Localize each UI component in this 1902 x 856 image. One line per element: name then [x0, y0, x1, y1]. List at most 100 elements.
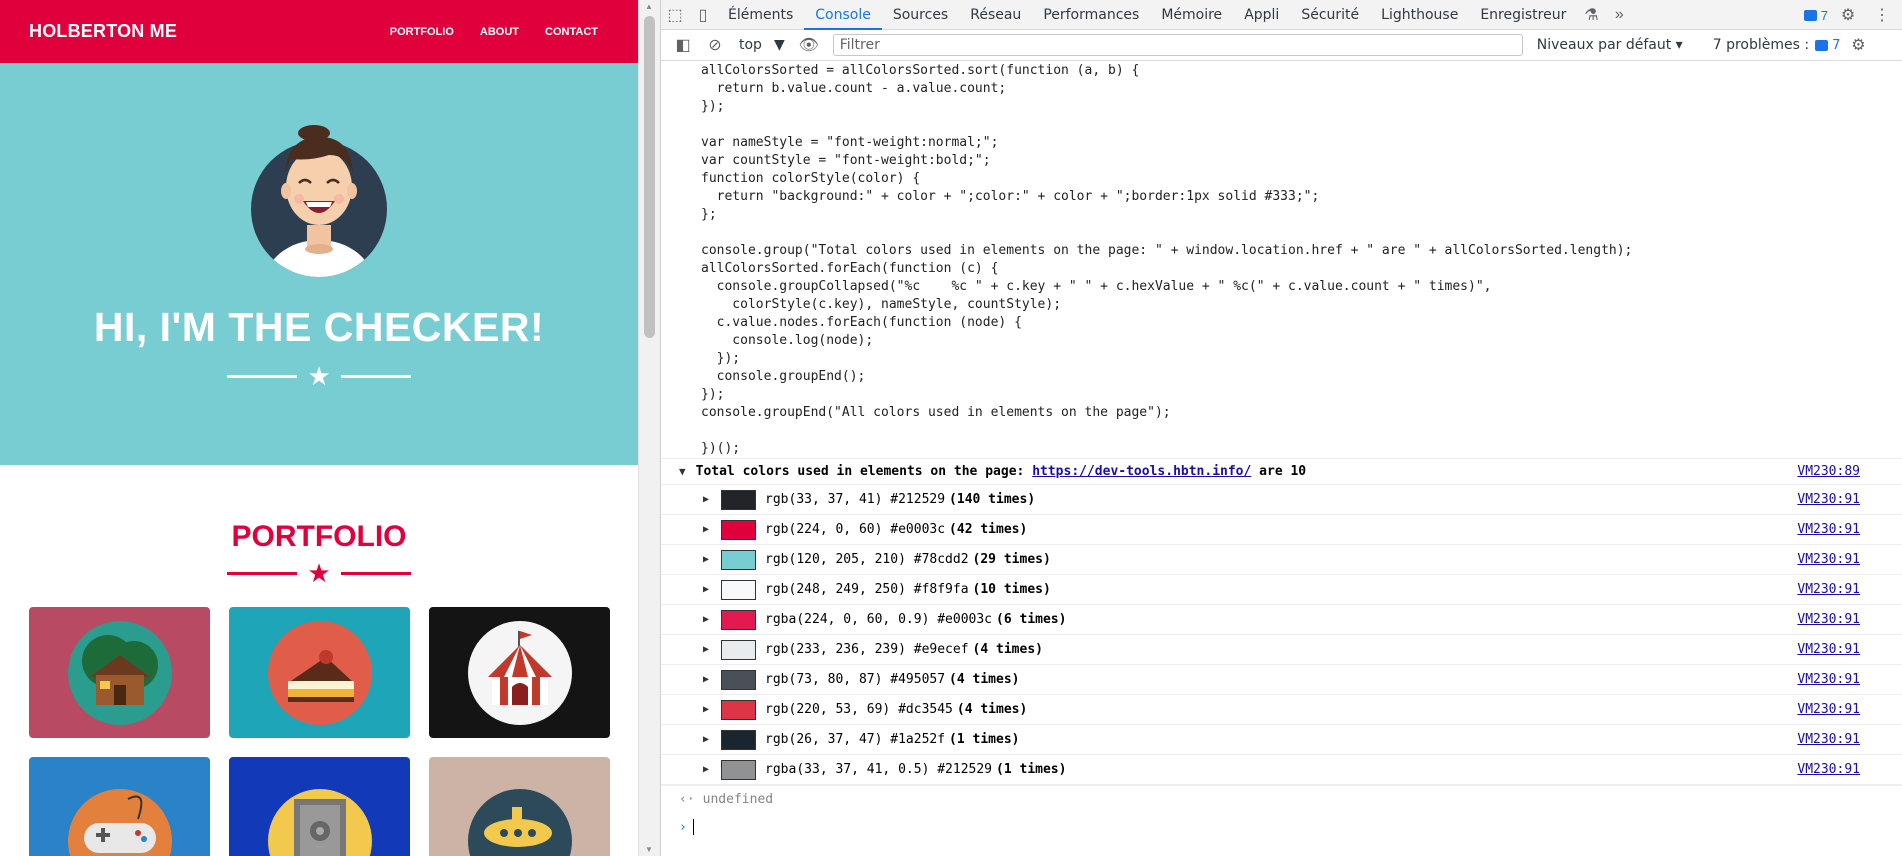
- collapsed-triangle-icon[interactable]: ▶: [703, 704, 709, 715]
- live-expression-eye-icon[interactable]: 👁: [795, 30, 823, 60]
- source-link[interactable]: VM230:91: [1797, 762, 1860, 777]
- nav-links: PORTFOLIO ABOUT CONTACT: [390, 26, 598, 38]
- code-line: function colorStyle(color) {: [701, 171, 921, 186]
- collapsed-triangle-icon[interactable]: ▶: [703, 554, 709, 565]
- more-tabs-icon[interactable]: »: [1605, 0, 1633, 30]
- portfolio-item-cake[interactable]: [229, 607, 410, 738]
- color-group-row[interactable]: ▶ rgba(33, 37, 41, 0.5) #212529 (1 times) V…: [661, 755, 1902, 785]
- source-link[interactable]: VM230:91: [1797, 552, 1860, 567]
- star-icon: ★: [307, 361, 331, 391]
- filter-input[interactable]: Filtrer: [832, 34, 1523, 56]
- expanded-triangle-icon[interactable]: ▼: [679, 465, 686, 478]
- tab-console[interactable]: Console: [804, 0, 882, 30]
- code-line: console.log(node);: [701, 333, 874, 348]
- collapsed-triangle-icon[interactable]: ▶: [703, 734, 709, 745]
- sidebar-toggle-icon[interactable]: ◧: [669, 30, 697, 60]
- clear-console-icon[interactable]: ⊘: [701, 30, 729, 60]
- nav-portfolio[interactable]: PORTFOLIO: [390, 26, 454, 38]
- more-options-icon[interactable]: ⋮: [1868, 0, 1896, 30]
- source-link[interactable]: VM230:91: [1797, 612, 1860, 627]
- device-toolbar-icon[interactable]: ▯: [689, 0, 717, 30]
- portfolio-item-submarine[interactable]: [429, 757, 610, 856]
- color-group-row[interactable]: ▶ rgb(220, 53, 69) #dc3545 (4 times) VM230:…: [661, 695, 1902, 725]
- tab-memory[interactable]: Mémoire: [1150, 0, 1233, 30]
- tab-recorder[interactable]: Enregistreur: [1469, 0, 1577, 30]
- collapsed-triangle-icon[interactable]: ▶: [703, 584, 709, 595]
- color-swatch: [721, 729, 757, 750]
- tab-sources[interactable]: Sources: [882, 0, 959, 30]
- avatar: [251, 125, 387, 277]
- gamepad-icon: [67, 788, 172, 856]
- code-line: var countStyle = "font-weight:bold;";: [701, 153, 991, 168]
- color-label: rgb(26, 37, 47) #1a252f: [765, 732, 946, 747]
- color-group-row[interactable]: ▶ rgb(33, 37, 41) #212529 (140 times) VM230…: [661, 485, 1902, 515]
- console-prompt[interactable]: ›: [661, 813, 1902, 841]
- source-link[interactable]: VM230:91: [1797, 642, 1860, 657]
- color-group-row[interactable]: ▶ rgb(233, 236, 239) #e9ecef (4 times) VM23…: [661, 635, 1902, 665]
- color-count: (6 times): [996, 612, 1067, 627]
- page-scrollbar[interactable]: ▲ ▼: [638, 0, 660, 856]
- collapsed-triangle-icon[interactable]: ▶: [703, 494, 709, 505]
- star-icon: ★: [307, 558, 331, 588]
- code-line: allColorsSorted.forEach(function (c) {: [701, 261, 999, 276]
- nav-about[interactable]: ABOUT: [480, 26, 519, 38]
- submarine-icon: [467, 788, 572, 856]
- source-link[interactable]: VM230:89: [1797, 464, 1860, 479]
- color-group-row[interactable]: ▶ rgba(224, 0, 60, 0.9) #e0003c (6 times) V…: [661, 605, 1902, 635]
- context-selector[interactable]: top ▼: [733, 37, 791, 53]
- portfolio-title: PORTFOLIO: [231, 520, 407, 553]
- color-group-row[interactable]: ▶ rgb(248, 249, 250) #f8f9fa (10 times) VM2…: [661, 575, 1902, 605]
- color-swatch: [721, 639, 757, 660]
- log-levels-dropdown[interactable]: Niveaux par défaut ▾: [1537, 37, 1683, 53]
- code-line: return b.value.count - a.value.count;: [701, 81, 1007, 96]
- color-group-row[interactable]: ▶ rgb(120, 205, 210) #78cdd2 (29 times) VM2…: [661, 545, 1902, 575]
- color-swatch: [721, 669, 757, 690]
- collapsed-triangle-icon[interactable]: ▶: [703, 764, 709, 775]
- code-line: var nameStyle = "font-weight:normal;";: [701, 135, 999, 150]
- problems-counter[interactable]: 7 problèmes : 7: [1713, 37, 1841, 53]
- text-caret: [692, 819, 694, 835]
- tab-application[interactable]: Appli: [1233, 0, 1290, 30]
- console-settings-gear-icon[interactable]: ⚙: [1844, 30, 1872, 60]
- code-line: colorStyle(c.key), nameStyle, countStyle…: [701, 297, 1062, 312]
- flask-icon: ⚗: [1584, 6, 1599, 24]
- source-link[interactable]: VM230:91: [1797, 702, 1860, 717]
- nav-contact[interactable]: CONTACT: [545, 26, 598, 38]
- inspect-element-icon[interactable]: ⬚: [661, 0, 689, 30]
- hero-title: HI, I'M THE CHECKER!: [93, 304, 545, 350]
- color-group-row[interactable]: ▶ rgb(26, 37, 47) #1a252f (1 times) VM230:9…: [661, 725, 1902, 755]
- avatar-face-icon: [264, 125, 374, 277]
- color-label: rgb(248, 249, 250) #f8f9fa: [765, 582, 969, 597]
- tab-network[interactable]: Réseau: [959, 0, 1032, 30]
- portfolio-item-safe[interactable]: [229, 757, 410, 856]
- color-group-row[interactable]: ▶ rgb(224, 0, 60) #e0003c (42 times) VM230:…: [661, 515, 1902, 545]
- portfolio-item-cabin[interactable]: [29, 607, 210, 738]
- color-label: rgb(73, 80, 87) #495057: [765, 672, 946, 687]
- color-swatch: [721, 549, 757, 570]
- color-group-row[interactable]: ▶ rgb(73, 80, 87) #495057 (4 times) VM230:9…: [661, 665, 1902, 695]
- collapsed-triangle-icon[interactable]: ▶: [703, 644, 709, 655]
- collapsed-triangle-icon[interactable]: ▶: [703, 614, 709, 625]
- dropdown-icon: ▼: [773, 37, 785, 53]
- source-link[interactable]: VM230:91: [1797, 582, 1860, 597]
- tab-lighthouse[interactable]: Lighthouse: [1370, 0, 1469, 30]
- source-link[interactable]: VM230:91: [1797, 522, 1860, 537]
- tab-performance[interactable]: Performances: [1032, 0, 1150, 30]
- console-group-header[interactable]: ▼ Total colors used in elements on the p…: [661, 458, 1902, 485]
- tab-security[interactable]: Sécurité: [1290, 0, 1370, 30]
- source-link[interactable]: VM230:91: [1797, 732, 1860, 747]
- issues-badge[interactable]: 7: [1803, 8, 1828, 23]
- page-scrollbar-thumb[interactable]: [644, 16, 655, 338]
- color-count: (1 times): [949, 732, 1020, 747]
- color-swatch: [721, 699, 757, 720]
- source-link[interactable]: VM230:91: [1797, 492, 1860, 507]
- collapsed-triangle-icon[interactable]: ▶: [703, 674, 709, 685]
- portfolio-item-game[interactable]: [29, 757, 210, 856]
- settings-gear-icon[interactable]: ⚙: [1834, 0, 1862, 30]
- brand-logo[interactable]: HOLBERTON ME: [29, 21, 177, 42]
- tab-elements[interactable]: Éléments: [717, 0, 804, 30]
- portfolio-item-circus[interactable]: [429, 607, 610, 738]
- page-url-link[interactable]: https://dev-tools.hbtn.info/: [1032, 464, 1251, 479]
- source-link[interactable]: VM230:91: [1797, 672, 1860, 687]
- collapsed-triangle-icon[interactable]: ▶: [703, 524, 709, 535]
